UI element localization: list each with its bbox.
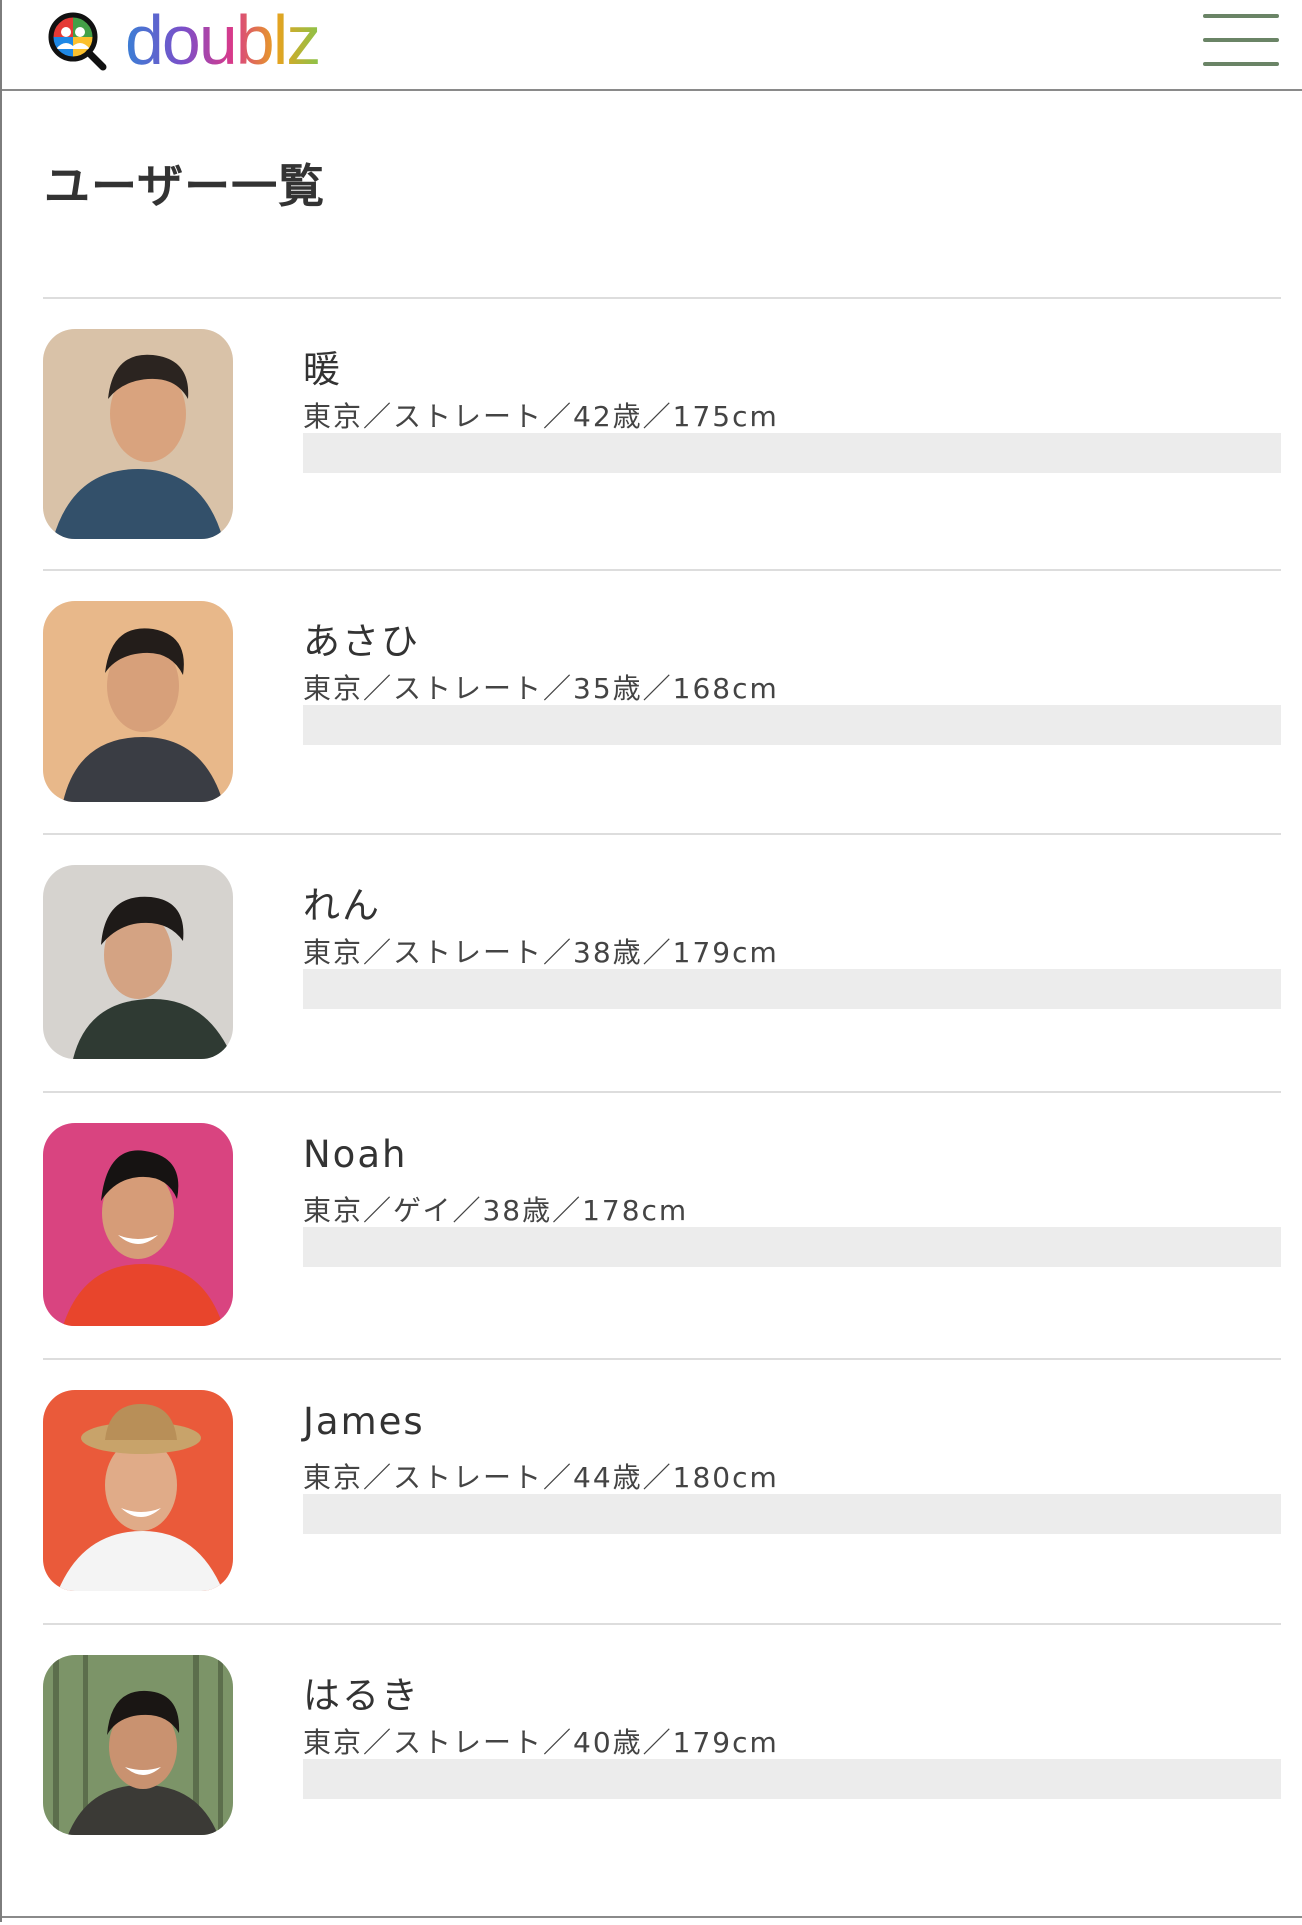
- user-info: 東京／ストレート／44歳／180cm: [303, 1461, 779, 1494]
- user-avatar[interactable]: [43, 865, 233, 1059]
- user-list: 暖 東京／ストレート／42歳／175cm あさひ 東京／ストレート／35歳／16…: [43, 297, 1281, 1925]
- user-avatar[interactable]: [43, 1655, 233, 1835]
- doublz-logo[interactable]: doublz: [43, 4, 368, 76]
- user-message-placeholder: [303, 705, 1281, 745]
- user-name: あさひ: [303, 620, 420, 663]
- logo-wordmark: doublz: [125, 4, 319, 76]
- page-title: ユーザー一覧: [44, 159, 326, 213]
- user-list-item[interactable]: Noah 東京／ゲイ／38歳／178cm: [43, 1091, 1281, 1358]
- user-list-item[interactable]: れん 東京／ストレート／38歳／179cm: [43, 833, 1281, 1091]
- user-message-placeholder: [303, 433, 1281, 473]
- site-header: doublz: [2, 0, 1302, 91]
- user-list-item[interactable]: James 東京／ストレート／44歳／180cm: [43, 1358, 1281, 1623]
- user-info: 東京／ストレート／38歳／179cm: [303, 936, 779, 969]
- user-message-placeholder: [303, 1759, 1281, 1799]
- user-avatar[interactable]: [43, 601, 233, 802]
- user-name: James: [303, 1400, 425, 1443]
- user-info: 東京／ゲイ／38歳／178cm: [303, 1194, 689, 1227]
- user-avatar[interactable]: [43, 1390, 233, 1591]
- user-avatar[interactable]: [43, 329, 233, 539]
- user-name: はるき: [303, 1674, 420, 1717]
- user-message-placeholder: [303, 1227, 1281, 1267]
- user-list-item[interactable]: はるき 東京／ストレート／40歳／179cm: [43, 1623, 1281, 1925]
- user-message-placeholder: [303, 1494, 1281, 1534]
- user-name: Noah: [303, 1133, 408, 1176]
- user-list-item[interactable]: あさひ 東京／ストレート／35歳／168cm: [43, 569, 1281, 833]
- user-name: 暖: [303, 348, 342, 391]
- user-avatar[interactable]: [43, 1123, 233, 1326]
- user-info: 東京／ストレート／35歳／168cm: [303, 672, 779, 705]
- page-bottom-divider: [2, 1916, 1302, 1918]
- user-list-item[interactable]: 暖 東京／ストレート／42歳／175cm: [43, 297, 1281, 569]
- user-message-placeholder: [303, 969, 1281, 1009]
- user-info: 東京／ストレート／42歳／175cm: [303, 400, 779, 433]
- user-info: 東京／ストレート／40歳／179cm: [303, 1726, 779, 1759]
- magnifier-icon: [48, 12, 107, 71]
- user-name: れん: [303, 884, 381, 927]
- hamburger-menu-icon[interactable]: [1197, 12, 1281, 68]
